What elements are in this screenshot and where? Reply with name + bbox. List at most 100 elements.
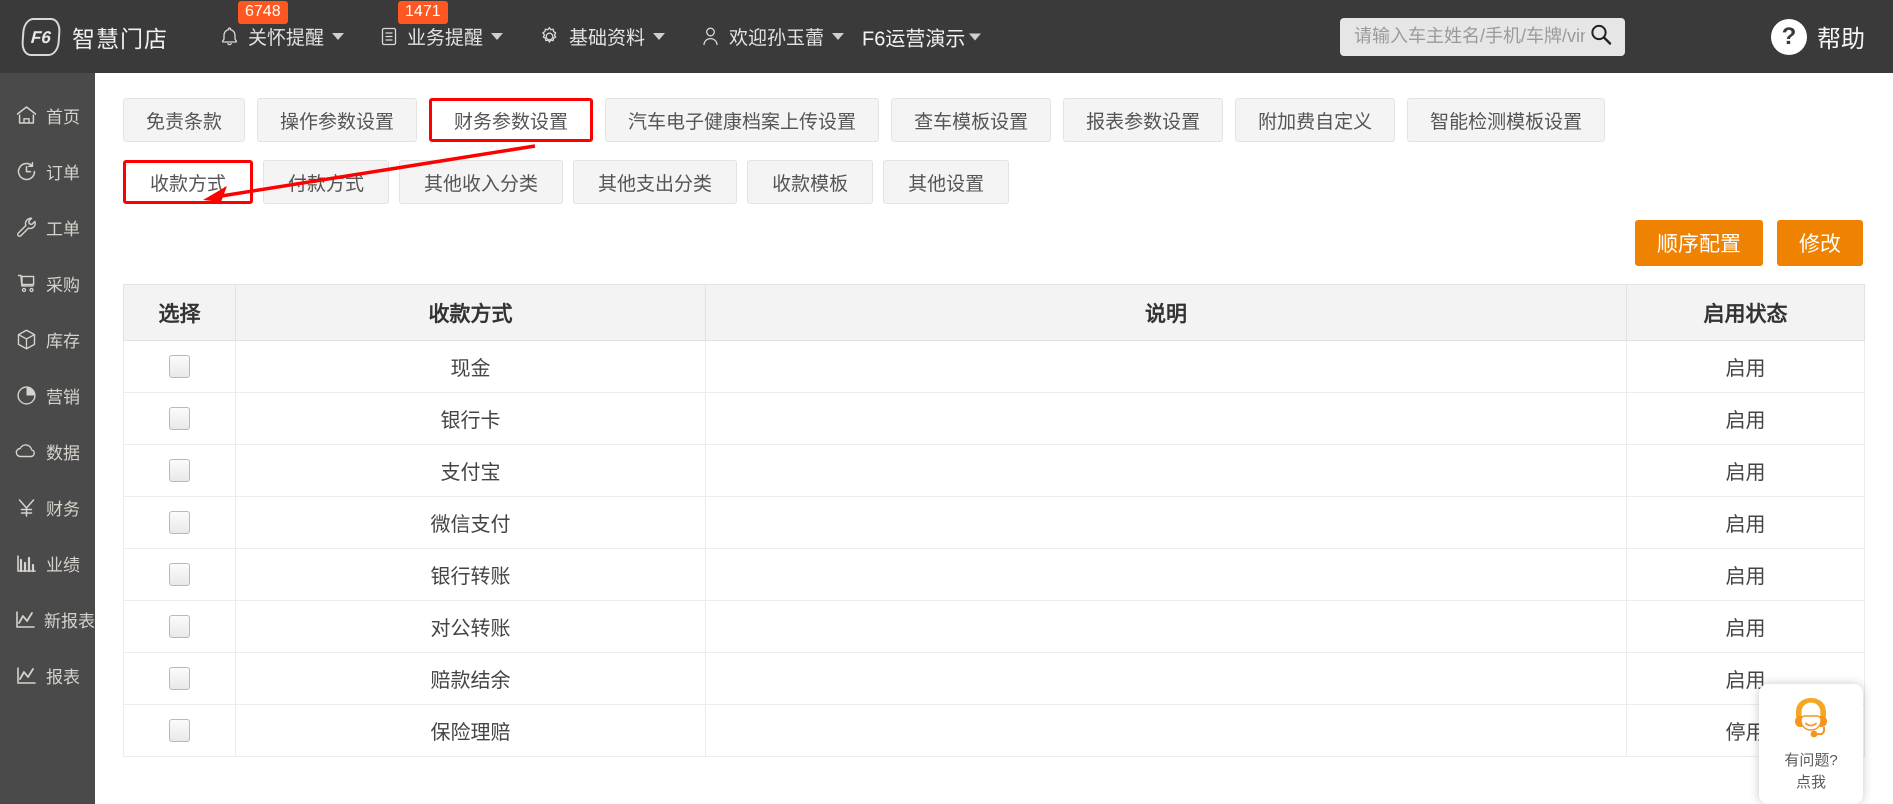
badge-business-reminder: 1471: [398, 1, 448, 24]
row-method-cell: 保险理赔: [235, 704, 706, 757]
table-row[interactable]: 赔款结余 启用: [123, 652, 1865, 705]
row-desc-cell: [705, 340, 1627, 393]
support-line-2: 点我: [1795, 774, 1826, 792]
tab-label: 报表参数设置: [1086, 111, 1201, 133]
row-select-cell: [123, 704, 236, 757]
nav-item-care-reminder[interactable]: 关怀提醒 6748: [220, 1, 345, 50]
sidebar-item-finance[interactable]: 财务: [0, 479, 95, 535]
nav-item-basic-data[interactable]: 基础资料: [539, 23, 666, 50]
sidebar-label: 财务: [46, 499, 80, 519]
row-checkbox[interactable]: [169, 355, 190, 379]
subtab-receive-method[interactable]: 收款方式: [123, 160, 254, 204]
subtab-other-expense[interactable]: 其他支出分类: [573, 160, 738, 204]
home-icon: [13, 104, 39, 127]
sidebar-item-workorder[interactable]: 工单: [0, 199, 95, 255]
subtab-receive-template[interactable]: 收款模板: [747, 160, 874, 204]
cloud-icon: [13, 440, 39, 463]
search-box: [1340, 17, 1625, 56]
table-row[interactable]: 银行卡 启用: [123, 392, 1865, 445]
line-chart-icon: [13, 664, 39, 687]
search-input[interactable]: [1340, 17, 1625, 56]
row-select-cell: [123, 548, 236, 601]
sidebar-item-home[interactable]: 首页: [0, 87, 95, 143]
chevron-down-icon: [491, 33, 504, 40]
top-header-bar: F6 智慧门店 关怀提醒 6748 业务提醒 1471 基础资料 欢迎孙玉蕾 F…: [0, 0, 1893, 73]
sidebar-item-marketing[interactable]: 营销: [0, 367, 95, 423]
sidebar-item-new-report[interactable]: 新报表: [0, 591, 95, 647]
tab-report-params[interactable]: 报表参数设置: [1063, 98, 1224, 142]
sidebar-item-purchase[interactable]: 采购: [0, 255, 95, 311]
row-checkbox[interactable]: [169, 407, 190, 431]
subtab-payment-method[interactable]: 付款方式: [263, 160, 390, 204]
sidebar-item-data[interactable]: 数据: [0, 423, 95, 479]
tab-label: 附加费自定义: [1258, 111, 1373, 133]
sidebar-item-report[interactable]: 报表: [0, 647, 95, 703]
subtab-label: 其他收入分类: [424, 173, 539, 195]
subtab-label: 收款方式: [150, 173, 227, 195]
nav-label-user-welcome: 欢迎孙玉蕾: [729, 28, 825, 49]
row-checkbox[interactable]: [169, 615, 190, 639]
help-button[interactable]: ? 帮助: [1771, 18, 1865, 55]
table-row[interactable]: 对公转账 启用: [123, 600, 1865, 653]
sidebar-item-orders[interactable]: 订单: [0, 143, 95, 199]
tab-disclaimer[interactable]: 免责条款: [123, 98, 246, 142]
brand-name: 智慧门店: [72, 25, 168, 52]
row-checkbox[interactable]: [169, 667, 190, 691]
tab-surcharge-custom[interactable]: 附加费自定义: [1235, 98, 1396, 142]
tenant-selector[interactable]: F6运营演示: [862, 22, 982, 51]
nav-item-user-welcome[interactable]: 欢迎孙玉蕾: [701, 23, 845, 50]
table-row[interactable]: 微信支付 启用: [123, 496, 1865, 549]
tab-label: 操作参数设置: [280, 111, 395, 133]
table-row[interactable]: 支付宝 启用: [123, 444, 1865, 497]
sidebar-label: 首页: [46, 107, 80, 127]
tab-smart-detect-template[interactable]: 智能检测模板设置: [1407, 98, 1606, 142]
nav-label-business-reminder: 业务提醒: [407, 28, 484, 49]
row-checkbox[interactable]: [169, 511, 190, 535]
table-row[interactable]: 保险理赔 停用: [123, 704, 1865, 757]
tab-label: 智能检测模板设置: [1430, 111, 1583, 133]
row-method-cell: 对公转账: [235, 600, 706, 653]
row-checkbox[interactable]: [169, 563, 190, 587]
subtab-other-income[interactable]: 其他收入分类: [399, 160, 564, 204]
modify-button[interactable]: 修改: [1777, 220, 1863, 266]
row-method-cell: 赔款结余: [235, 652, 706, 705]
line-chart-icon: [13, 608, 37, 631]
nav-label-basic-data: 基础资料: [569, 28, 646, 49]
tab-ehealth-upload[interactable]: 汽车电子健康档案上传设置: [605, 98, 880, 142]
row-state-cell: 启用: [1626, 444, 1865, 497]
sidebar-label: 业绩: [46, 555, 80, 575]
tab-finance-params[interactable]: 财务参数设置: [429, 98, 594, 142]
customer-support-widget[interactable]: 有问题? 点我: [1759, 684, 1863, 804]
settings-tab-bar: 免责条款 操作参数设置 财务参数设置 汽车电子健康档案上传设置 查车模板设置 报…: [95, 73, 1893, 142]
cart-icon: [13, 272, 39, 295]
support-line-1: 有问题?: [1784, 752, 1838, 769]
chevron-down-icon: [332, 33, 345, 40]
column-header-description: 说明: [705, 284, 1627, 341]
table-row[interactable]: 现金 启用: [123, 340, 1865, 393]
sidebar-label: 库存: [46, 331, 80, 351]
subtab-other-settings[interactable]: 其他设置: [883, 160, 1010, 204]
tenant-label: F6运营演示: [862, 28, 966, 50]
sidebar-label: 工单: [46, 219, 80, 239]
sidebar-label: 订单: [46, 163, 80, 183]
row-state-cell: 启用: [1626, 496, 1865, 549]
row-select-cell: [123, 392, 236, 445]
row-checkbox[interactable]: [169, 459, 190, 483]
wrench-icon: [13, 216, 39, 239]
nav-item-business-reminder[interactable]: 业务提醒 1471: [380, 1, 504, 50]
table-row[interactable]: 银行转账 启用: [123, 548, 1865, 601]
help-label: 帮助: [1817, 26, 1865, 53]
row-select-cell: [123, 652, 236, 705]
tab-operation-params[interactable]: 操作参数设置: [257, 98, 418, 142]
bell-icon: [220, 26, 239, 47]
tab-inspection-template[interactable]: 查车模板设置: [891, 98, 1052, 142]
order-config-button[interactable]: 顺序配置: [1635, 220, 1763, 266]
row-method-cell: 微信支付: [235, 496, 706, 549]
subtab-label: 付款方式: [288, 173, 365, 195]
row-state-cell: 启用: [1626, 548, 1865, 601]
brand-logo-area[interactable]: F6 智慧门店: [20, 17, 168, 56]
sidebar-item-inventory[interactable]: 库存: [0, 311, 95, 367]
row-checkbox[interactable]: [169, 719, 190, 743]
sidebar-item-performance[interactable]: 业绩: [0, 535, 95, 591]
column-header-method: 收款方式: [235, 284, 706, 341]
